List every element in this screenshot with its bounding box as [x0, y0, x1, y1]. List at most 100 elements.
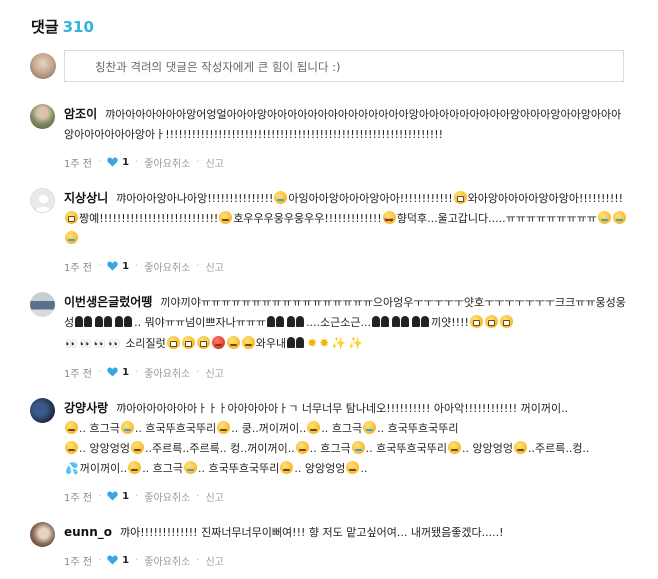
comment-body: 꺄아아아아아아아앙어엉얼아아아앙아아아아아아아아아아아아아아앙아아아아아아아아아…	[64, 108, 622, 141]
comment-item: 암조이 꺄아아아아아아아앙어엉얼아아아앙아아아아아아아아아아아아아아앙아아아아아아…	[30, 104, 630, 170]
comment-meta: 1주 전 · 1 · 좋아요취소 · 신고	[64, 489, 630, 504]
like-count: 1	[122, 554, 130, 566]
like-count: 1	[122, 366, 130, 378]
unlike-button[interactable]: 좋아요취소	[144, 553, 190, 568]
angry-face-icon	[211, 336, 225, 349]
heart-icon[interactable]	[107, 157, 118, 167]
comment-body-part: 아잉아아앙아아아앙아아!!!!!!!!!!!!	[288, 192, 453, 205]
heart-icon[interactable]	[107, 555, 118, 565]
smiling-face-icon	[241, 336, 255, 349]
comment-body-part: .. 흐국뚜흐국뚜리	[198, 462, 280, 475]
smiling-face-icon	[219, 211, 233, 224]
weary-face-icon	[513, 441, 527, 454]
avatar[interactable]	[30, 104, 55, 129]
grinning-face-icon	[65, 211, 78, 224]
comment-body-part: .. 흐그극	[321, 422, 363, 435]
sweat-drops-icon: 💦	[65, 462, 79, 475]
report-button[interactable]: 신고	[205, 553, 223, 568]
heart-icon[interactable]	[107, 261, 118, 271]
comment-text: 지상상니 꺄아아아앙아나아앙!!!!!!!!!!!!!!! 아잉아아앙아아아앙아아!…	[64, 188, 630, 249]
sparkle-icon: ✨	[331, 336, 347, 350]
comment-body-part: ....소근소근...	[306, 316, 372, 329]
report-button[interactable]: 신고	[205, 259, 223, 274]
crying-face-icon	[184, 461, 198, 474]
comment-meta: 1주 전 · 1 · 좋아요취소 · 신고	[64, 553, 630, 568]
sad-face-icon	[280, 461, 294, 474]
crying-face-icon	[274, 191, 288, 204]
sad-face-icon	[65, 421, 78, 434]
unlike-button[interactable]: 좋아요취소	[144, 365, 190, 380]
avatar[interactable]	[30, 188, 55, 213]
report-button[interactable]: 신고	[205, 155, 223, 170]
grinning-face-icon	[453, 191, 467, 204]
silhouette-icon	[95, 315, 113, 327]
comment-time: 1주 전	[64, 158, 92, 170]
comment-composer: 칭찬과 격려의 댓글은 작성자에게 큰 힘이 됩니다 :)	[30, 50, 624, 82]
comment-body-part: .. 앙앙엉엉	[294, 462, 346, 475]
separator: ·	[97, 260, 102, 272]
comment-text: 강양사랑 꺄아아아아아아아ㅏㅏㅏ아아아아아ㅏㄱ 너무너무 탐나네오!!!!!!!!…	[64, 398, 630, 479]
comment-body-part: 와우내	[255, 337, 287, 350]
comment-text: 암조이 꺄아아아아아아아앙어엉얼아아아앙아아아아아아아아아아아아아아앙아아아아아아…	[64, 104, 630, 145]
crying-face-icon	[351, 441, 365, 454]
comment-author[interactable]: 암조이	[64, 107, 97, 121]
sad-face-icon	[307, 421, 321, 434]
silhouette-icon	[412, 315, 430, 327]
heart-icon[interactable]	[107, 491, 118, 501]
separator: ·	[196, 490, 200, 502]
like-count: 1	[122, 490, 130, 502]
comment-author[interactable]: 이번생은글렀어뗑	[64, 295, 152, 309]
heart-icon[interactable]	[107, 367, 118, 377]
comment-body-part: .. 앙앙엉엉	[461, 442, 513, 455]
comments-count: 310	[62, 18, 94, 36]
grinning-face-icon	[499, 315, 513, 328]
unlike-button[interactable]: 좋아요취소	[144, 155, 190, 170]
separator: ·	[97, 366, 102, 378]
crying-face-icon	[363, 421, 377, 434]
grinning-face-icon	[166, 336, 180, 349]
separator: ·	[196, 156, 200, 168]
avatar[interactable]	[30, 522, 55, 547]
comment-item: 이번생은글렀어뗑 끼야끼야ㅠㅠㅠㅠㅠㅠㅠㅠㅠㅠㅠㅠㅠㅠㅠㅠㅠ으아엉우ㅜㅜㅜㅜㅜ얏호…	[30, 292, 630, 380]
report-button[interactable]: 신고	[205, 489, 223, 504]
comment-body-part: .. 흐그극	[309, 442, 351, 455]
comment-input[interactable]: 칭찬과 격려의 댓글은 작성자에게 큰 힘이 됩니다 :)	[64, 50, 624, 82]
comment-body-part: 와아앙아아아아앙아앙아!!!!!!!!!!	[467, 192, 624, 205]
unlike-button[interactable]: 좋아요취소	[144, 489, 190, 504]
comment-author[interactable]: 강양사랑	[64, 401, 108, 415]
separator: ·	[135, 260, 139, 272]
silhouette-icon	[267, 315, 285, 327]
comment-body-part: 꺄아아아앙아나아앙!!!!!!!!!!!!!!!	[116, 192, 274, 205]
unlike-button[interactable]: 좋아요취소	[144, 259, 190, 274]
sad-face-icon	[65, 441, 78, 454]
crying-face-icon	[612, 211, 626, 224]
comment-body-part: .. 흐그극	[142, 462, 184, 475]
report-button[interactable]: 신고	[205, 365, 223, 380]
comment-author[interactable]: eunn_o	[64, 525, 112, 539]
eyes-icon: 👀	[93, 339, 107, 350]
separator: ·	[196, 366, 200, 378]
silhouette-icon	[115, 315, 133, 327]
comment-body-part: 향덕후...울고갑니다.....ㅠㅠㅠㅠㅠㅠㅠㅠㅠ	[396, 212, 597, 225]
comment-body-part: .. 흐국뚜흐국뚜리	[377, 422, 459, 435]
separator: ·	[135, 490, 139, 502]
comments-title: 댓글	[31, 18, 59, 36]
crying-face-icon	[120, 421, 134, 434]
avatar[interactable]	[30, 292, 55, 317]
separator: ·	[97, 156, 102, 168]
comment-item: 지상상니 꺄아아아앙아나아앙!!!!!!!!!!!!!!! 아잉아아앙아아아앙아아!…	[30, 188, 630, 274]
comment-time: 1주 전	[64, 492, 92, 504]
grinning-face-icon	[469, 315, 483, 328]
eyes-icon: 👀	[65, 339, 78, 350]
comment-body: 꺄아!!!!!!!!!!!!! 진짜너무너무이뻐여!!! 향 저도 맡고싶어여.…	[120, 526, 504, 539]
grinning-face-icon	[196, 336, 210, 349]
silhouette-icon	[392, 315, 410, 327]
comment-meta: 1주 전 · 1 · 좋아요취소 · 신고	[64, 259, 630, 274]
comment-body-part: .. 앙앙엉엉	[79, 442, 130, 455]
separator: ·	[97, 490, 102, 502]
silhouette-icon	[372, 315, 390, 327]
comment-text: eunn_o 꺄아!!!!!!!!!!!!! 진짜너무너무이뻐여!!! 향 저도 …	[64, 522, 630, 543]
comment-item: 강양사랑 꺄아아아아아아아ㅏㅏㅏ아아아아아ㅏㄱ 너무너무 탐나네오!!!!!!!!…	[30, 398, 630, 504]
avatar[interactable]	[30, 398, 55, 423]
comment-author[interactable]: 지상상니	[64, 191, 108, 205]
